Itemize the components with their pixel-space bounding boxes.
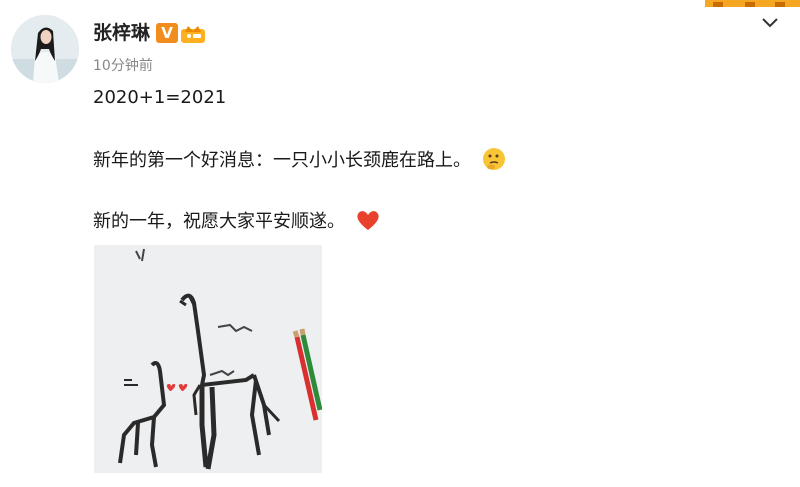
- post-text-line: 新年的第一个好消息：一只小小长颈鹿在路上。: [93, 146, 507, 174]
- weibo-post-card: 张梓琳 V 10分钟前 2020+1=2021 新年的第一个好消息：一只小小长颈…: [0, 0, 800, 487]
- thinking-face-icon: [482, 148, 505, 170]
- red-heart-icon: [357, 211, 379, 230]
- post-text-line: 新的一年，祝愿大家平安顺遂。: [93, 208, 381, 235]
- post-text-line: 2020+1=2021: [93, 87, 227, 108]
- post-image[interactable]: [94, 245, 322, 473]
- avatar[interactable]: [11, 15, 79, 83]
- post-text: 新年的第一个好消息：一只小小长颈鹿在路上。: [93, 150, 471, 171]
- username[interactable]: 张梓琳: [93, 20, 150, 46]
- crown-badge-icon: [181, 26, 205, 43]
- chevron-down-icon[interactable]: [760, 12, 780, 32]
- post-timestamp: 10分钟前: [93, 58, 153, 74]
- drawing-of-giraffes-photo: [94, 245, 322, 473]
- verified-badge: V: [156, 23, 178, 43]
- avatar-portrait-icon: [11, 15, 79, 83]
- top-decoration-icon: [705, 0, 800, 7]
- post-text: 新的一年，祝愿大家平安顺遂。: [93, 211, 345, 232]
